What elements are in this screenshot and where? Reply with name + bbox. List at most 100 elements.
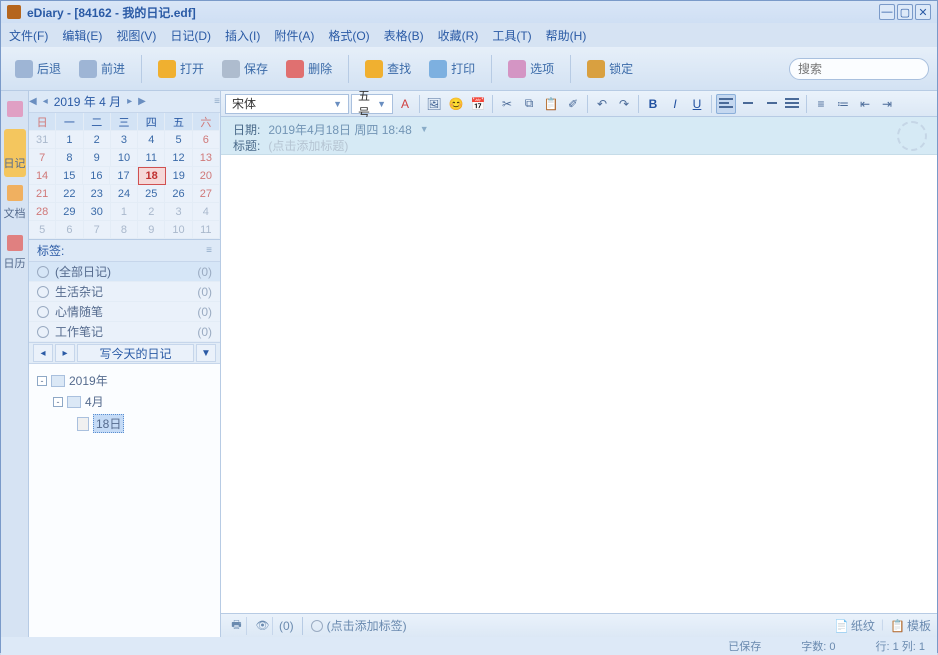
write-today-button[interactable]: 写今天的日记 bbox=[77, 344, 194, 362]
lock-button[interactable]: 锁定 bbox=[581, 56, 639, 82]
cal-day[interactable]: 13 bbox=[193, 149, 220, 167]
cal-day[interactable]: 14 bbox=[29, 167, 56, 185]
back-button[interactable]: 后退 bbox=[9, 56, 67, 82]
tag-item[interactable]: 生活杂记(0) bbox=[29, 282, 220, 302]
entry-menu-button[interactable]: ▼ bbox=[196, 344, 216, 362]
cal-day[interactable]: 7 bbox=[84, 221, 111, 239]
insert-emoji-icon[interactable]: 😊 bbox=[446, 94, 466, 114]
cal-day[interactable]: 16 bbox=[83, 167, 110, 185]
cal-day[interactable]: 10 bbox=[165, 221, 192, 239]
add-tag-button[interactable]: (点击添加标签) bbox=[311, 617, 407, 634]
menu-item[interactable]: 日记(D) bbox=[170, 27, 211, 44]
cut-icon[interactable]: ✂ bbox=[497, 94, 517, 114]
cal-day[interactable]: 18 bbox=[138, 167, 166, 185]
italic-button[interactable]: I bbox=[665, 94, 685, 114]
cal-day[interactable]: 11 bbox=[138, 149, 165, 167]
cal-day[interactable]: 2 bbox=[84, 131, 111, 149]
cal-day[interactable]: 4 bbox=[193, 203, 220, 221]
copy-icon[interactable]: ⧉ bbox=[519, 94, 539, 114]
paper-texture-button[interactable]: 📄纸纹 bbox=[834, 617, 875, 634]
delete-button[interactable]: 删除 bbox=[280, 56, 338, 82]
menu-item[interactable]: 编辑(E) bbox=[62, 27, 102, 44]
font-size-combo[interactable]: 五号▼ bbox=[351, 94, 393, 114]
search-box[interactable]: 🔍 bbox=[789, 58, 929, 80]
maximize-button[interactable]: ▢ bbox=[897, 4, 913, 20]
cal-day[interactable]: 1 bbox=[56, 131, 83, 149]
menu-item[interactable]: 插入(I) bbox=[225, 27, 260, 44]
prev-entry-button[interactable]: ◂ bbox=[33, 344, 53, 362]
print-status-icon[interactable]: 🖶 bbox=[227, 617, 247, 635]
menu-item[interactable]: 表格(B) bbox=[384, 27, 424, 44]
align-center-button[interactable] bbox=[738, 94, 758, 114]
insert-date-icon[interactable]: 📅 bbox=[468, 94, 488, 114]
cal-day[interactable]: 9 bbox=[138, 221, 165, 239]
cal-day[interactable]: 6 bbox=[56, 221, 83, 239]
cal-prev-month[interactable]: ◂ bbox=[43, 96, 48, 107]
cal-day[interactable]: 10 bbox=[111, 149, 138, 167]
menu-item[interactable]: 视图(V) bbox=[116, 27, 156, 44]
cal-day[interactable]: 21 bbox=[29, 185, 56, 203]
cal-day[interactable]: 3 bbox=[165, 203, 192, 221]
next-entry-button[interactable]: ▸ bbox=[55, 344, 75, 362]
date-dropdown-icon[interactable]: ▼ bbox=[420, 124, 429, 134]
cal-next-month[interactable]: ▸ bbox=[127, 96, 132, 107]
cal-day[interactable]: 23 bbox=[84, 185, 111, 203]
cal-day[interactable]: 3 bbox=[111, 131, 138, 149]
template-button[interactable]: 📋模板 bbox=[890, 617, 931, 634]
tab-diary[interactable]: 日记 bbox=[4, 129, 26, 177]
options-button[interactable]: 选项 bbox=[502, 56, 560, 82]
cal-day[interactable]: 17 bbox=[110, 167, 137, 185]
bold-button[interactable]: B bbox=[643, 94, 663, 114]
print-button[interactable]: 打印 bbox=[423, 56, 481, 82]
cal-day[interactable]: 26 bbox=[165, 185, 192, 203]
cal-day[interactable]: 11 bbox=[193, 221, 220, 239]
attach-status-icon[interactable]: 👁 bbox=[253, 617, 273, 635]
bullet-list-button[interactable]: ≡ bbox=[811, 94, 831, 114]
cal-day[interactable]: 7 bbox=[29, 149, 56, 167]
tree-year[interactable]: -2019年 bbox=[37, 370, 212, 391]
cal-menu-icon[interactable]: ≡ bbox=[214, 96, 220, 107]
cal-day[interactable]: 22 bbox=[56, 185, 83, 203]
align-left-button[interactable] bbox=[716, 94, 736, 114]
cal-day[interactable]: 8 bbox=[111, 221, 138, 239]
font-combo[interactable]: 宋体▼ bbox=[225, 94, 349, 114]
menu-item[interactable]: 文件(F) bbox=[9, 27, 48, 44]
tag-item[interactable]: (全部日记)(0) bbox=[29, 262, 220, 282]
date-value[interactable]: 2019年4月18日 周四 18:48 bbox=[268, 121, 411, 138]
close-button[interactable]: ✕ bbox=[915, 4, 931, 20]
align-justify-button[interactable] bbox=[782, 94, 802, 114]
cal-next-year[interactable]: ▶ bbox=[138, 96, 146, 107]
redo-icon[interactable]: ↷ bbox=[614, 94, 634, 114]
forward-button[interactable]: 前进 bbox=[73, 56, 131, 82]
cal-day[interactable]: 9 bbox=[84, 149, 111, 167]
find-button[interactable]: 查找 bbox=[359, 56, 417, 82]
font-color-button[interactable]: A bbox=[395, 94, 415, 114]
cal-day[interactable]: 24 bbox=[111, 185, 138, 203]
cal-day[interactable]: 2 bbox=[138, 203, 165, 221]
cal-day[interactable]: 31 bbox=[29, 131, 56, 149]
cal-day[interactable]: 25 bbox=[138, 185, 165, 203]
insert-image-icon[interactable]: 🖼 bbox=[424, 94, 444, 114]
minimize-button[interactable]: — bbox=[879, 4, 895, 20]
tags-menu-icon[interactable]: ≡ bbox=[206, 245, 212, 256]
indent-button[interactable]: ⇥ bbox=[877, 94, 897, 114]
editor-body[interactable] bbox=[221, 155, 937, 613]
tree-day[interactable]: 18日 bbox=[37, 412, 212, 435]
search-input[interactable] bbox=[798, 62, 938, 76]
outdent-button[interactable]: ⇤ bbox=[855, 94, 875, 114]
menu-item[interactable]: 收藏(R) bbox=[438, 27, 479, 44]
save-button[interactable]: 保存 bbox=[216, 56, 274, 82]
cal-day[interactable]: 30 bbox=[84, 203, 111, 221]
tab-settings-icon[interactable] bbox=[4, 95, 26, 127]
menu-item[interactable]: 帮助(H) bbox=[546, 27, 587, 44]
cal-day[interactable]: 5 bbox=[29, 221, 56, 239]
menu-item[interactable]: 工具(T) bbox=[492, 27, 531, 44]
cal-day[interactable]: 8 bbox=[56, 149, 83, 167]
cal-day[interactable]: 4 bbox=[138, 131, 165, 149]
menu-item[interactable]: 附件(A) bbox=[274, 27, 314, 44]
paste-icon[interactable]: 📋 bbox=[541, 94, 561, 114]
title-placeholder[interactable]: (点击添加标题) bbox=[268, 137, 348, 154]
open-button[interactable]: 打开 bbox=[152, 56, 210, 82]
tag-item[interactable]: 工作笔记(0) bbox=[29, 322, 220, 342]
cal-day[interactable]: 28 bbox=[29, 203, 56, 221]
